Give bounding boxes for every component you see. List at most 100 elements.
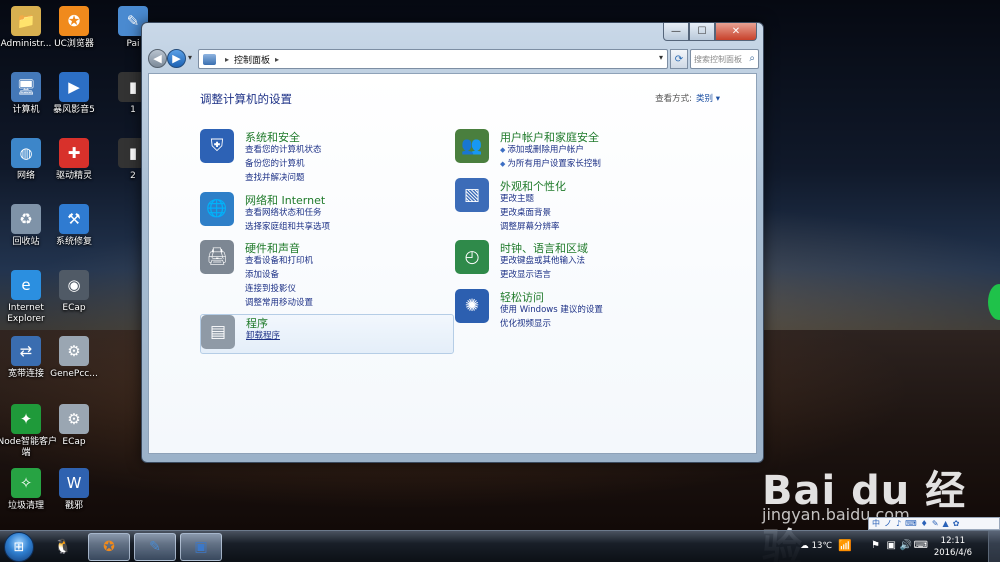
category-link[interactable]: 连接到投影仪 [245, 283, 313, 297]
category-link[interactable]: 添加设备 [245, 269, 313, 283]
desktop-shortcut[interactable]: ⚒ 系统修复 [41, 204, 107, 248]
minimize-button[interactable]: — [663, 23, 689, 41]
recent-pages-dropdown[interactable]: ▾ [188, 53, 192, 62]
show-desktop-button[interactable] [988, 531, 1000, 562]
desktop-shortcut-label: 暴风影音5 [53, 105, 95, 115]
category-programs[interactable]: ▤ 程序 卸载程序 [200, 314, 454, 354]
wifi-icon[interactable]: 📶 [838, 539, 852, 552]
search-placeholder: 搜索控制面板 [694, 54, 742, 64]
breadcrumb-control-panel[interactable]: 控制面板 [234, 53, 270, 66]
taskbar: ⊞ 🐧 ✪ ✎ ▣ ☁ 13℃ 📶 ⚑ ▣ 🔊 ⌨ 12:11 2016/4/6 [0, 530, 1000, 562]
ime-tool-icon[interactable]: ✿ [953, 519, 960, 528]
category-link[interactable]: 备份您的计算机 [245, 158, 322, 172]
category-link[interactable]: 查看网络状态和任务 [245, 207, 330, 221]
category-links: 添加或删除用户帐户为所有用户设置家长控制 [500, 144, 601, 172]
network-icon: ◍ [11, 138, 41, 168]
category-title[interactable]: 用户帐户和家庭安全 [500, 129, 599, 145]
category-link[interactable]: 更改主题 [500, 193, 560, 207]
control-panel-icon [203, 53, 216, 65]
category-printer[interactable]: 🖨 硬件和声音 查看设备和打印机 添加设备 连接到投影仪 调整常用移动设置 [200, 240, 450, 316]
back-button[interactable]: ◀ [148, 49, 167, 68]
category-links: 查看您的计算机状态 备份您的计算机 查找并解决问题 [245, 144, 322, 186]
desktop-shortcut[interactable]: ✪ UC浏览器 [41, 6, 107, 50]
taskbar-app-uc-browser[interactable]: ✪ [88, 533, 130, 561]
weather-value: 13℃ [811, 541, 832, 551]
desktop-shortcut[interactable]: ⚙ ECap [41, 404, 107, 448]
category-title[interactable]: 硬件和声音 [245, 240, 300, 256]
category-link[interactable]: 选择家庭组和共享选项 [245, 221, 330, 235]
desktop-shortcut[interactable]: ⚙ GenePcc... [41, 336, 107, 380]
ime-tool-icon[interactable]: ノ [884, 518, 892, 529]
driver-genius-icon: ✚ [59, 138, 89, 168]
ime-tool-icon[interactable]: 中 [872, 518, 880, 529]
category-link[interactable]: 使用 Windows 建议的设置 [500, 304, 603, 318]
category-link[interactable]: 更改桌面背景 [500, 207, 560, 221]
input-method-icon[interactable]: ⌨ [914, 540, 928, 551]
cleaner-icon: ✧ [11, 468, 41, 498]
desktop-shortcut[interactable]: ▶ 暴风影音5 [41, 72, 107, 116]
category-title[interactable]: 系统和安全 [245, 129, 300, 145]
desktop-shortcut[interactable]: W 戳邪 [41, 468, 107, 512]
category-link[interactable]: 查看您的计算机状态 [245, 144, 322, 158]
category-link[interactable]: 更改显示语言 [500, 269, 585, 283]
category-link[interactable]: 更改键盘或其他输入法 [500, 255, 585, 269]
taskbar-app-qq[interactable]: 🐧 [42, 533, 84, 561]
forward-button[interactable]: ▶ [167, 49, 186, 68]
category-link[interactable]: 卸载程序 [246, 330, 280, 344]
desktop-shortcut[interactable]: ◉ ECap [41, 270, 107, 314]
view-by-dropdown[interactable]: 类别 ▾ [696, 92, 720, 104]
category-title[interactable]: 外观和个性化 [500, 178, 566, 194]
breadcrumb-separator[interactable]: ▸ [275, 55, 279, 64]
breadcrumb-separator[interactable]: ▸ [225, 55, 229, 64]
category-link[interactable]: 查看设备和打印机 [245, 255, 313, 269]
search-input[interactable]: 搜索控制面板 ⌕ [690, 49, 759, 69]
ime-tool-icon[interactable]: ⌨ [905, 519, 917, 528]
weather-temperature[interactable]: ☁ 13℃ [800, 541, 832, 551]
ime-tool-icon[interactable]: ♦ [921, 519, 928, 528]
category-users[interactable]: 👥 用户帐户和家庭安全添加或删除用户帐户为所有用户设置家长控制 [455, 129, 705, 177]
desktop-shortcut[interactable]: ✚ 驱动精灵 [41, 138, 107, 182]
word-document-icon: W [59, 468, 89, 498]
inode-icon: ✦ [11, 404, 41, 434]
ime-tool-icon[interactable]: ♪ [896, 519, 901, 528]
window-controls: — ☐ ✕ [663, 23, 757, 41]
clock[interactable]: 12:11 2016/4/6 [934, 535, 972, 559]
category-title[interactable]: 网络和 Internet [245, 192, 325, 208]
desktop-shortcut-label: 系统修复 [55, 237, 92, 247]
category-title[interactable]: 时钟、语言和区域 [500, 240, 588, 256]
category-link[interactable]: 为所有用户设置家长控制 [500, 158, 601, 172]
category-title[interactable]: 程序 [246, 315, 268, 331]
category-link[interactable]: 添加或删除用户帐户 [500, 144, 601, 158]
category-links: 查看设备和打印机 添加设备 连接到投影仪 调整常用移动设置 [245, 255, 313, 311]
category-link[interactable]: 查找并解决问题 [245, 172, 322, 186]
ime-tool-icon[interactable]: ✎ [932, 519, 939, 528]
address-bar[interactable]: ▸ 控制面板 ▸ ▾ [198, 49, 668, 69]
view-by-label: 查看方式: [655, 94, 692, 104]
taskbar-app-paint[interactable]: ✎ [134, 533, 176, 561]
category-accessibility[interactable]: ✺ 轻松访问 使用 Windows 建议的设置 优化视频显示 [455, 289, 705, 337]
start-button[interactable]: ⊞ [4, 532, 34, 562]
network-tray-icon[interactable]: ▣ [887, 540, 896, 551]
category-shield[interactable]: ⛨ 系统和安全 查看您的计算机状态 备份您的计算机 查找并解决问题 [200, 129, 450, 191]
category-globe-network[interactable]: 🌐 网络和 Internet 查看网络状态和任务 选择家庭组和共享选项 [200, 192, 450, 240]
address-dropdown-icon[interactable]: ▾ [659, 53, 663, 62]
uc-browser-icon: ✪ [103, 539, 115, 555]
category-link[interactable]: 调整常用移动设置 [245, 297, 313, 311]
ime-tool-icon[interactable]: ▲ [943, 519, 949, 528]
close-button[interactable]: ✕ [715, 23, 757, 41]
desktop-shortcut-label: ECap [62, 437, 86, 447]
volume-icon[interactable]: 🔊 [900, 540, 912, 551]
category-appearance[interactable]: ▧ 外观和个性化 更改主题 更改桌面背景 调整屏幕分辨率 [455, 178, 705, 240]
search-icon[interactable]: ⌕ [749, 53, 755, 64]
category-links: 卸载程序 [246, 330, 280, 344]
category-link[interactable]: 优化视频显示 [500, 318, 603, 332]
refresh-button[interactable]: ⟳ [670, 49, 688, 69]
maximize-button[interactable]: ☐ [689, 23, 715, 41]
category-link[interactable]: 调整屏幕分辨率 [500, 221, 560, 235]
taskbar-app-control-panel[interactable]: ▣ [180, 533, 222, 561]
users-icon: 👥 [455, 129, 489, 163]
flag-icon[interactable]: ⚑ [871, 540, 880, 551]
ie-icon: e [11, 270, 41, 300]
category-title[interactable]: 轻松访问 [500, 289, 544, 305]
category-clock-globe[interactable]: ◴ 时钟、语言和区域 更改键盘或其他输入法 更改显示语言 [455, 240, 705, 288]
